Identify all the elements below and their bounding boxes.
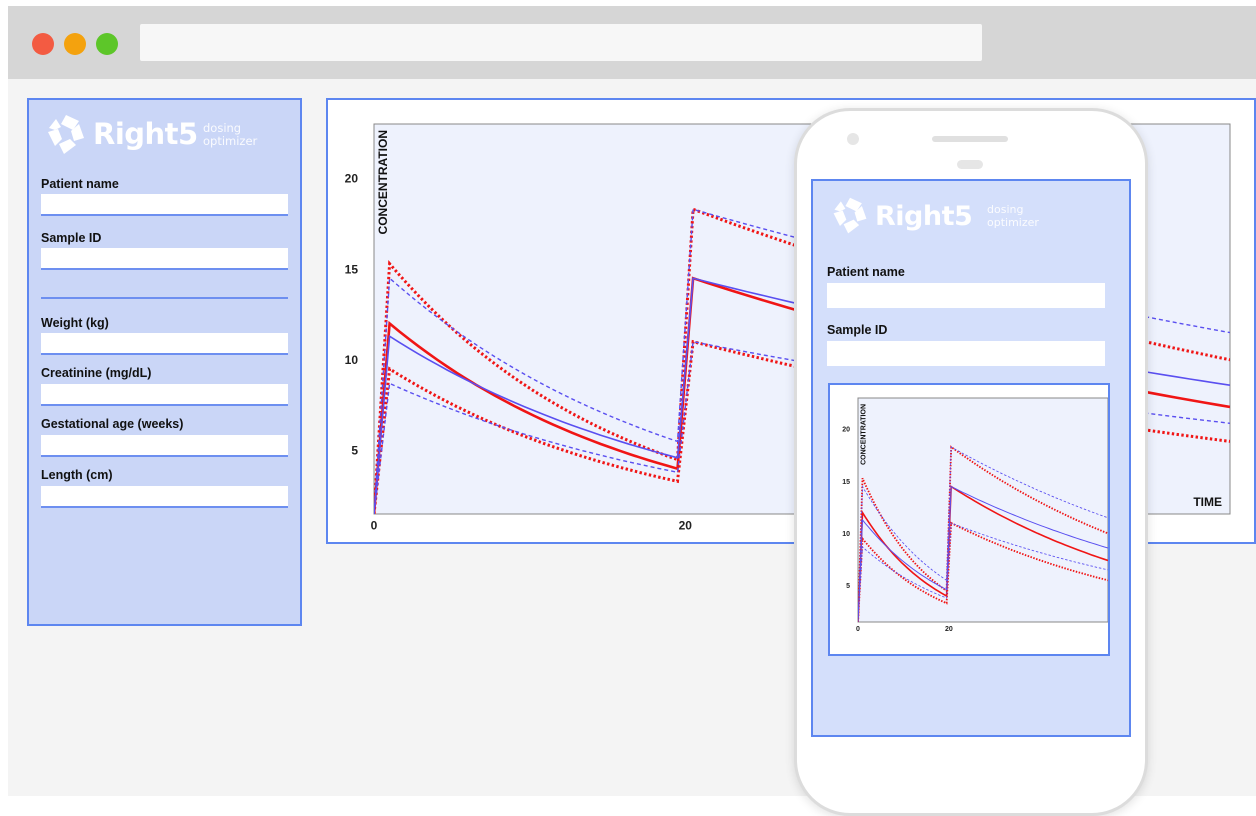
phone-brand-name: Right5 xyxy=(875,201,973,232)
patient-form-panel: Right5 dosing optimizer Patient name Sam… xyxy=(27,98,302,626)
length-label: Length (cm) xyxy=(41,468,113,482)
gestational-age-label: Gestational age (weeks) xyxy=(41,417,184,431)
right5-logo-icon xyxy=(48,115,84,154)
x-axis-label: TIME xyxy=(1193,495,1222,509)
plot-area xyxy=(857,397,1109,623)
y-tick-label: 5 xyxy=(351,444,358,458)
phone-brand-logo: Right5 dosing optimizer xyxy=(829,195,1069,241)
y-tick-label: 15 xyxy=(842,479,850,486)
patient-name-input[interactable] xyxy=(41,194,288,216)
close-window-button[interactable] xyxy=(32,33,54,55)
y-tick-label: 10 xyxy=(842,531,850,538)
length-input[interactable] xyxy=(41,486,288,508)
patient-name-label: Patient name xyxy=(41,177,119,191)
phone-speaker xyxy=(932,136,1008,142)
weight-label: Weight (kg) xyxy=(41,316,109,330)
x-tick-label: 20 xyxy=(945,626,953,633)
phone-brand-tagline-line1: dosing xyxy=(987,203,1024,216)
form-divider xyxy=(41,297,288,299)
brand-tagline-line2: optimizer xyxy=(203,134,258,148)
phone-mockup: Right5 dosing optimizer Patient name Sam… xyxy=(794,108,1148,816)
phone-chart-panel: 5 10 15 20 0 20 CONCENTRATION xyxy=(828,383,1110,656)
x-tick-label: 0 xyxy=(371,519,378,533)
gestational-age-input[interactable] xyxy=(41,435,288,457)
phone-right5-logo-icon xyxy=(833,197,867,234)
y-tick-label: 10 xyxy=(345,353,359,367)
phone-brand-tagline-line2: optimizer xyxy=(987,216,1039,229)
y-tick-label: 15 xyxy=(345,262,359,276)
y-axis-label: CONCENTRATION xyxy=(861,404,868,465)
x-tick-label: 20 xyxy=(679,519,693,533)
maximize-window-button[interactable] xyxy=(96,33,118,55)
weight-input[interactable] xyxy=(41,333,288,355)
phone-sensor xyxy=(957,160,983,169)
creatinine-label: Creatinine (mg/dL) xyxy=(41,366,152,380)
minimize-window-button[interactable] xyxy=(64,33,86,55)
sample-id-label: Sample ID xyxy=(41,231,102,245)
y-axis-label: CONCENTRATION xyxy=(376,130,390,234)
phone-patient-name-label: Patient name xyxy=(827,265,905,279)
brand-logo: Right5 dosing optimizer xyxy=(43,112,283,158)
phone-screen: Right5 dosing optimizer Patient name Sam… xyxy=(811,179,1131,737)
brand-tagline: dosing optimizer xyxy=(203,122,257,148)
y-tick-label: 5 xyxy=(846,583,850,590)
phone-camera xyxy=(847,133,859,145)
phone-sample-id-label: Sample ID xyxy=(827,323,888,337)
y-tick-label: 20 xyxy=(842,427,850,434)
phone-sample-id-input[interactable] xyxy=(827,341,1105,366)
x-tick-label: 0 xyxy=(856,626,860,633)
phone-brand-tagline: dosing optimizer xyxy=(987,203,1039,229)
phone-patient-name-input[interactable] xyxy=(827,283,1105,308)
phone-concentration-chart: 5 10 15 20 0 20 CONCENTRATION xyxy=(842,397,1109,633)
browser-titlebar xyxy=(8,6,1256,79)
brand-name: Right5 xyxy=(93,117,198,151)
y-tick-label: 20 xyxy=(345,172,359,186)
sample-id-input[interactable] xyxy=(41,248,288,270)
creatinine-input[interactable] xyxy=(41,384,288,406)
address-bar[interactable] xyxy=(140,24,982,61)
